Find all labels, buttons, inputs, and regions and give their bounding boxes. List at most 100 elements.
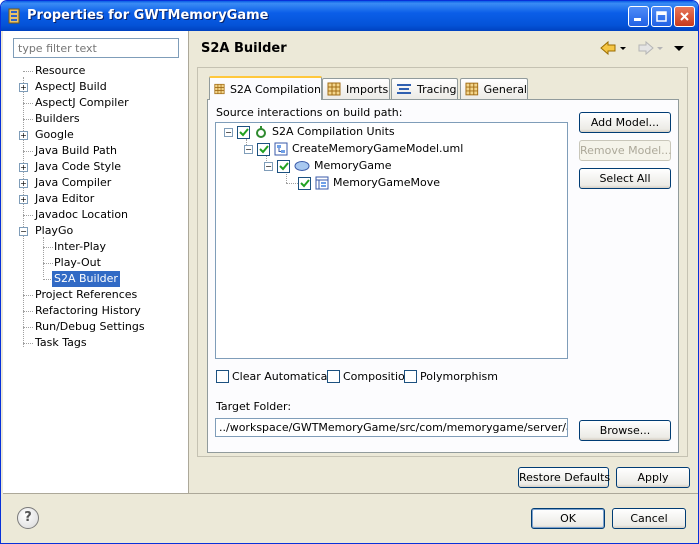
forward-arrow-icon[interactable] xyxy=(638,40,654,56)
compilation-units-icon xyxy=(256,126,266,138)
page-title: S2A Builder xyxy=(201,41,287,56)
back-dropdown-icon[interactable] xyxy=(620,47,626,50)
expand-icon[interactable]: + xyxy=(19,195,28,204)
close-button[interactable] xyxy=(674,6,695,27)
composition-checkbox[interactable] xyxy=(327,370,340,383)
cancel-button[interactable]: Cancel xyxy=(612,508,686,529)
view-menu-icon[interactable] xyxy=(674,46,684,51)
tab-general[interactable]: General xyxy=(460,78,528,99)
properties-dialog: Properties for GWTMemoryGame Resource + … xyxy=(0,0,699,544)
tree-row[interactable]: − CreateMemoryGameModel.uml xyxy=(244,141,463,157)
browse-button[interactable]: Browse... xyxy=(579,420,671,441)
tree-connector xyxy=(43,237,44,277)
checkmark-icon xyxy=(238,128,249,137)
tree-connector xyxy=(23,215,33,216)
expand-icon[interactable]: + xyxy=(19,163,28,172)
sidebar-item-aspectj-compiler[interactable]: AspectJ Compiler xyxy=(33,95,131,111)
add-model-button[interactable]: Add Model... xyxy=(579,112,671,133)
checkmark-icon xyxy=(278,162,289,171)
sidebar-item-s2a-builder[interactable]: S2A Builder xyxy=(52,271,120,287)
maximize-button[interactable] xyxy=(651,6,672,27)
tab-s2a-compilation[interactable]: S2A Compilation xyxy=(209,76,322,100)
apply-button[interactable]: Apply xyxy=(616,467,690,488)
tab-tracing[interactable]: Tracing xyxy=(391,78,458,99)
tree-connector xyxy=(23,77,24,347)
expand-icon[interactable]: + xyxy=(19,83,28,92)
uml-file-icon xyxy=(274,142,288,156)
preference-tree-pane: Resource + AspectJ Build AspectJ Compile… xyxy=(3,31,188,493)
expand-icon[interactable]: + xyxy=(19,131,28,140)
clear-automatically-checkbox[interactable] xyxy=(216,370,229,383)
checkmark-icon xyxy=(299,179,310,188)
tree-connector xyxy=(23,151,33,152)
sidebar-item-project-references[interactable]: Project References xyxy=(33,287,139,303)
tree-label: CreateMemoryGameModel.uml xyxy=(292,142,464,155)
pane-divider[interactable] xyxy=(188,31,189,493)
close-icon xyxy=(680,12,689,21)
checkbox-uml-model[interactable] xyxy=(257,142,270,156)
window-title: Properties for GWTMemoryGame xyxy=(27,8,269,23)
sidebar-item-builders[interactable]: Builders xyxy=(33,111,82,127)
tab-label: Tracing xyxy=(417,82,457,96)
tree-row[interactable]: MemoryGameMove xyxy=(298,175,440,191)
polymorphism-option[interactable]: Polymorphism xyxy=(404,370,498,383)
tree-connector xyxy=(23,343,33,344)
sidebar-item-java-editor[interactable]: Java Editor xyxy=(33,191,96,207)
ok-button[interactable]: OK xyxy=(531,508,605,529)
footer-divider xyxy=(3,493,698,494)
collapse-icon[interactable]: − xyxy=(244,144,253,154)
compilation-icon xyxy=(214,83,225,95)
sidebar-item-java-compiler[interactable]: Java Compiler xyxy=(33,175,113,191)
target-folder-input[interactable]: ../workspace/GWTMemoryGame/src/com/memor… xyxy=(215,418,568,437)
checkbox-compilation-units[interactable] xyxy=(237,125,250,139)
filter-input[interactable] xyxy=(13,38,179,58)
collapse-icon[interactable]: − xyxy=(264,161,273,171)
checkbox-memory-game[interactable] xyxy=(277,159,290,173)
polymorphism-checkbox[interactable] xyxy=(404,370,417,383)
imports-icon xyxy=(327,82,341,96)
minimize-button[interactable] xyxy=(628,6,649,27)
sidebar-item-task-tags[interactable]: Task Tags xyxy=(33,335,89,351)
source-tree[interactable]: − S2A Compilation Units − CreateMemoryGa… xyxy=(215,122,568,359)
tab-label: S2A Compilation xyxy=(229,82,321,96)
tree-row[interactable]: − S2A Compilation Units xyxy=(224,124,395,140)
sidebar-item-run-debug-settings[interactable]: Run/Debug Settings xyxy=(33,319,147,335)
checkbox-memory-game-move[interactable] xyxy=(298,176,311,190)
sidebar-item-resource[interactable]: Resource xyxy=(33,63,87,79)
collapse-icon[interactable]: − xyxy=(19,227,28,236)
tree-connector xyxy=(23,311,33,312)
collapse-icon[interactable]: − xyxy=(224,127,233,137)
tree-connector xyxy=(23,103,33,104)
sidebar-item-playgo[interactable]: PlayGo xyxy=(33,223,75,239)
sidebar-item-google[interactable]: Google xyxy=(33,127,76,143)
sidebar-item-java-build-path[interactable]: Java Build Path xyxy=(33,143,119,159)
option-label: Clear Automatically xyxy=(232,370,341,383)
help-icon[interactable]: ? xyxy=(17,507,39,529)
maximize-icon xyxy=(656,11,667,22)
select-all-button[interactable]: Select All xyxy=(579,168,671,189)
tree-row[interactable]: − MemoryGame xyxy=(264,158,391,174)
clear-automatically-option[interactable]: Clear Automatically xyxy=(216,370,340,383)
sidebar-item-refactoring-history[interactable]: Refactoring History xyxy=(33,303,143,319)
sidebar-item-inter-play[interactable]: Inter-Play xyxy=(52,239,108,255)
tab-imports[interactable]: Imports xyxy=(322,78,390,99)
remove-model-button[interactable]: Remove Model... xyxy=(579,140,672,161)
sidebar-item-javadoc-location[interactable]: Javadoc Location xyxy=(33,207,130,223)
interaction-icon xyxy=(315,176,329,190)
sidebar-item-java-code-style[interactable]: Java Code Style xyxy=(33,159,123,175)
composition-option[interactable]: Composition xyxy=(327,370,412,383)
tree-connector xyxy=(23,119,33,120)
back-arrow-icon[interactable] xyxy=(600,40,616,56)
restore-defaults-button[interactable]: Restore Defaults xyxy=(518,467,610,488)
tab-label: General xyxy=(483,82,527,96)
title-bar[interactable]: Properties for GWTMemoryGame xyxy=(1,1,698,31)
checkmark-icon xyxy=(258,145,269,154)
tree-label: S2A Compilation Units xyxy=(272,125,395,138)
forward-dropdown-icon[interactable] xyxy=(657,47,663,50)
sidebar-item-aspectj-build[interactable]: AspectJ Build xyxy=(33,79,109,95)
expand-icon[interactable]: + xyxy=(19,179,28,188)
target-folder-label: Target Folder: xyxy=(216,400,292,413)
tree-connector xyxy=(23,71,33,72)
sidebar-item-play-out[interactable]: Play-Out xyxy=(52,255,103,271)
tracing-icon xyxy=(397,84,411,94)
